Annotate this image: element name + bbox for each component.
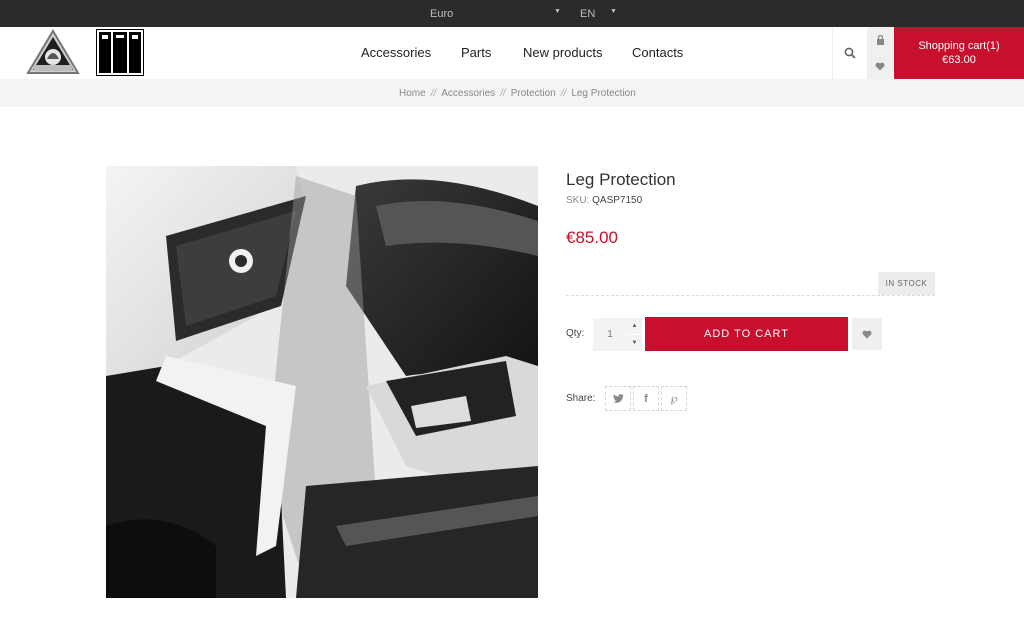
qty-increase-button[interactable]: ▲ — [627, 318, 642, 334]
search-button[interactable] — [832, 27, 866, 79]
breadcrumb-current: Leg Protection — [571, 88, 636, 99]
product-price: €85.00 — [566, 228, 618, 247]
breadcrumb-bar: Home // Accessories // Protection // Leg Prote… — [0, 79, 1024, 107]
cart-count: (1) — [986, 40, 1000, 52]
share-pinterest-button[interactable]: ℘ — [661, 386, 687, 411]
product-image[interactable] — [106, 166, 538, 598]
account-button[interactable] — [867, 27, 893, 53]
chevron-down-icon[interactable]: ▼ — [554, 8, 561, 15]
breadcrumb-separator: // — [500, 88, 506, 99]
sku-label: SKU: — [566, 195, 590, 206]
user-actions — [867, 27, 893, 79]
header: Accessories Parts New products Contacts … — [0, 27, 1024, 79]
add-to-wishlist-button[interactable] — [852, 318, 882, 350]
lock-icon — [876, 35, 884, 45]
search-icon — [844, 47, 856, 59]
breadcrumb: Home // Accessories // Protection // Leg Prote… — [399, 88, 636, 99]
cart-amount: €63.00 — [942, 54, 976, 66]
shopping-cart-button[interactable]: Shopping cart(1) €63.00 — [894, 27, 1024, 79]
pinterest-icon: ℘ — [670, 393, 678, 405]
breadcrumb-separator: // — [430, 88, 437, 99]
quantity-input[interactable] — [593, 318, 627, 351]
qooder-logo[interactable] — [25, 29, 81, 77]
qty-decrease-button[interactable]: ▼ — [627, 335, 642, 351]
nav-item-new-products[interactable]: New products — [523, 45, 602, 60]
language-selector[interactable]: EN — [580, 8, 595, 20]
currency-selector[interactable]: Euro — [430, 8, 453, 20]
heart-icon — [862, 330, 872, 338]
sku-value: QASP7150 — [592, 195, 643, 206]
breadcrumb-home[interactable]: Home — [399, 88, 426, 99]
wishlist-button[interactable] — [867, 53, 893, 79]
heart-icon — [875, 62, 885, 70]
chevron-down-icon[interactable]: ▼ — [610, 8, 617, 15]
breadcrumb-accessories[interactable]: Accessories — [441, 88, 495, 99]
qty-label: Qty: — [566, 328, 585, 339]
add-to-cart-button[interactable]: ADD TO CART — [645, 317, 848, 351]
divider — [566, 295, 935, 296]
facebook-icon: f — [644, 392, 648, 405]
twitter-icon — [612, 394, 624, 403]
nav-item-parts[interactable]: Parts — [461, 45, 491, 60]
breadcrumb-separator: // — [560, 88, 567, 99]
product-sku: SKU: QASP7150 — [566, 195, 642, 206]
nav-item-contacts[interactable]: Contacts — [632, 45, 683, 60]
share-facebook-button[interactable]: f — [633, 386, 659, 411]
share-label: Share: — [566, 393, 596, 404]
cart-label: Shopping cart — [918, 40, 987, 52]
breadcrumb-protection[interactable]: Protection — [511, 88, 556, 99]
hts-logo[interactable] — [96, 29, 144, 76]
nav-item-accessories[interactable]: Accessories — [361, 45, 431, 60]
share-twitter-button[interactable] — [605, 386, 631, 411]
product-title: Leg Protection — [566, 170, 676, 189]
top-bar: Euro ▼ EN ▼ — [0, 0, 1024, 27]
stock-badge: IN STOCK — [878, 272, 935, 295]
